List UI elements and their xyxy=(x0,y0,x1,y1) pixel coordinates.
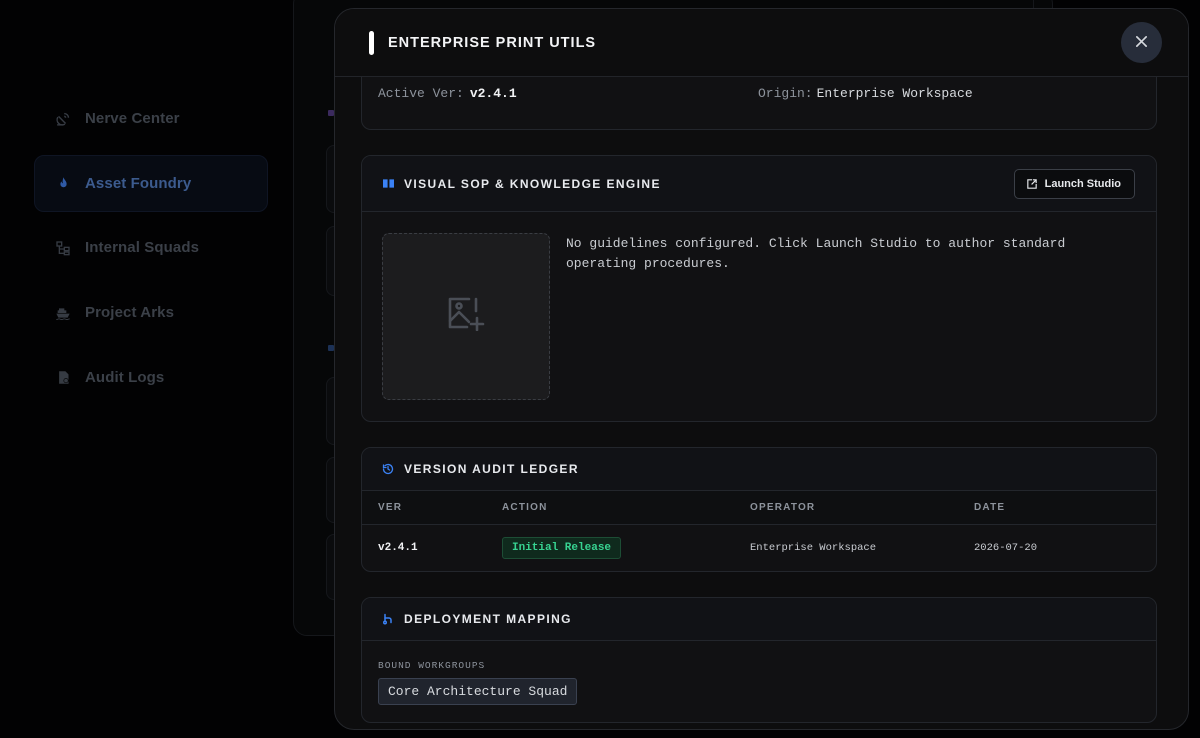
deployment-mapping-body: BOUND WORKGROUPS Core Architecture Squad xyxy=(362,641,1156,722)
version-audit-ledger-title: VERSION AUDIT LEDGER xyxy=(404,462,579,476)
satellite-dish-icon xyxy=(54,110,72,128)
modal-title: ENTERPRISE PRINT UTILS xyxy=(388,34,597,51)
close-button[interactable] xyxy=(1121,22,1162,63)
ledger-action-cell: Initial Release xyxy=(502,524,750,571)
visual-sop-header: VISUAL SOP & KNOWLEDGE ENGINE Launch Stu… xyxy=(362,156,1156,212)
file-log-icon xyxy=(54,368,72,386)
deployment-mapping-panel: DEPLOYMENT MAPPING BOUND WORKGROUPS Core… xyxy=(361,597,1157,723)
launch-studio-label: Launch Studio xyxy=(1044,178,1121,190)
active-version-label: Active Ver: xyxy=(378,86,464,101)
column-header-date: DATE xyxy=(974,491,1156,525)
visual-sop-body: No guidelines configured. Click Launch S… xyxy=(362,212,1156,420)
column-header-ver: VER xyxy=(362,491,502,525)
flame-icon xyxy=(54,174,72,192)
sidebar-item-nerve-center[interactable]: Nerve Center xyxy=(34,90,268,147)
sidebar: Nerve Center Asset Foundry Internal Squa… xyxy=(34,90,268,413)
version-audit-table: VER ACTION OPERATOR DATE v2.4.1 Initial … xyxy=(362,491,1156,571)
active-version-field: Active Ver: v2.4.1 xyxy=(378,86,517,101)
version-audit-ledger-header: VERSION AUDIT LEDGER xyxy=(362,448,1156,491)
title-accent-bar xyxy=(369,30,374,55)
active-version-value: v2.4.1 xyxy=(469,86,517,101)
bound-workgroups-label: BOUND WORKGROUPS xyxy=(378,660,486,671)
close-icon xyxy=(1135,32,1148,53)
sidebar-item-project-arks[interactable]: Project Arks xyxy=(34,284,268,341)
sitemap-icon xyxy=(54,239,72,257)
deployment-mapping-title: DEPLOYMENT MAPPING xyxy=(404,612,572,626)
status-badge: Initial Release xyxy=(502,536,622,559)
deployment-mapping-header: DEPLOYMENT MAPPING xyxy=(362,598,1156,641)
asset-detail-modal: Active Ver: v2.4.1 Origin: Enterprise Work… xyxy=(334,8,1189,730)
sidebar-item-label: Nerve Center xyxy=(85,110,180,127)
external-edit-icon xyxy=(1026,179,1037,189)
table-row: v2.4.1 Initial Release Enterprise Worksp… xyxy=(362,524,1156,571)
launch-studio-button[interactable]: Launch Studio xyxy=(1013,169,1135,199)
sidebar-item-label: Asset Foundry xyxy=(85,174,192,192)
history-icon xyxy=(382,463,394,475)
origin-field: Origin: Enterprise Workspace xyxy=(758,86,973,101)
sidebar-item-label: Internal Squads xyxy=(85,239,200,257)
workgroup-chip[interactable]: Core Architecture Squad xyxy=(378,678,578,705)
ledger-date-cell: 2026-07-20 xyxy=(974,541,1038,554)
sidebar-item-label: Audit Logs xyxy=(85,368,165,386)
branch-icon xyxy=(382,613,394,625)
modal-header: ENTERPRISE PRINT UTILS xyxy=(335,9,1188,77)
visual-sop-panel: VISUAL SOP & KNOWLEDGE ENGINE Launch Stu… xyxy=(361,155,1157,422)
column-header-operator: OPERATOR xyxy=(750,491,974,525)
image-add-icon xyxy=(447,297,485,336)
sidebar-item-audit-logs[interactable]: Audit Logs xyxy=(34,349,268,406)
sidebar-item-label: Project Arks xyxy=(85,304,175,322)
version-audit-ledger-panel: VERSION AUDIT LEDGER VER ACTION OPERATOR… xyxy=(361,447,1157,572)
ship-icon xyxy=(54,304,72,322)
sidebar-item-internal-squads[interactable]: Internal Squads xyxy=(34,219,268,276)
book-icon xyxy=(382,178,394,190)
visual-sop-title: VISUAL SOP & KNOWLEDGE ENGINE xyxy=(404,176,661,191)
ledger-operator-cell: Enterprise Workspace xyxy=(750,541,877,554)
sop-empty-message: No guidelines configured. Click Launch S… xyxy=(566,236,1066,271)
origin-value: Enterprise Workspace xyxy=(816,86,973,101)
sop-image-dropzone[interactable] xyxy=(382,233,550,400)
origin-label: Origin: xyxy=(758,86,813,101)
column-header-action: ACTION xyxy=(502,491,750,525)
ledger-version-cell: v2.4.1 xyxy=(378,541,418,554)
table-header-row: VER ACTION OPERATOR DATE xyxy=(362,491,1156,525)
sidebar-item-asset-foundry[interactable]: Asset Foundry xyxy=(34,154,268,212)
